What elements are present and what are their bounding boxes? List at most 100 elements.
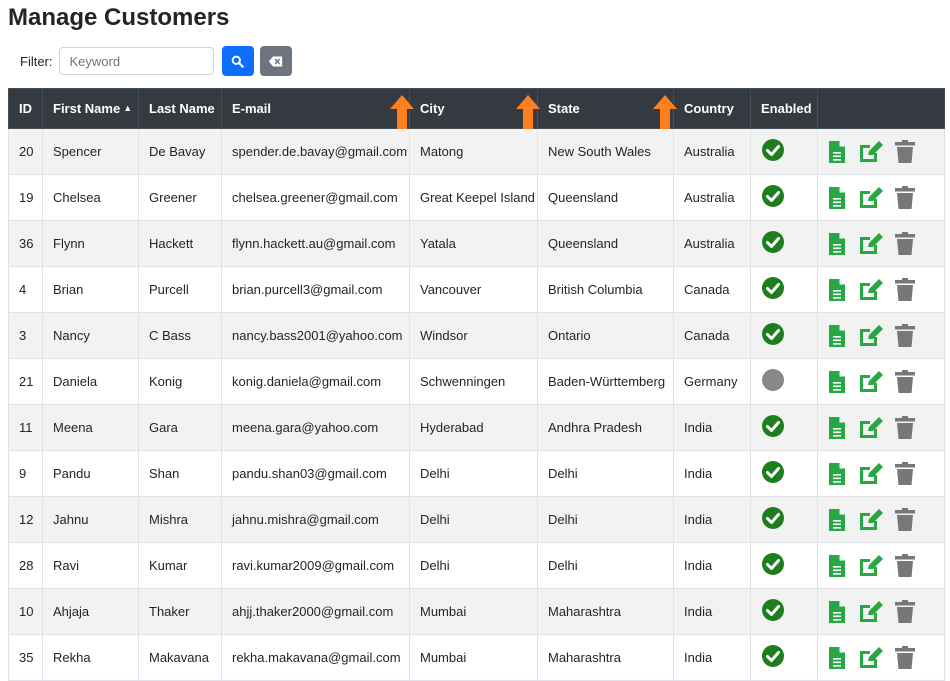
file-text-icon [828,600,846,624]
cell-state: New South Wales [538,129,674,175]
cell-id: 3 [9,313,43,359]
view-details-button[interactable] [828,462,846,486]
delete-button[interactable] [894,232,916,256]
view-details-button[interactable] [828,278,846,302]
view-details-button[interactable] [828,508,846,532]
cell-city: Great Keepel Island [410,175,538,221]
file-text-icon [828,416,846,440]
cell-enabled[interactable] [751,451,818,497]
cell-actions [818,221,945,267]
cell-enabled[interactable] [751,175,818,221]
cell-enabled[interactable] [751,221,818,267]
cell-email: brian.purcell3@gmail.com [222,267,410,313]
edit-button[interactable] [856,232,884,256]
cell-enabled[interactable] [751,129,818,175]
delete-button[interactable] [894,186,916,210]
edit-button[interactable] [856,186,884,210]
cell-email: spender.de.bavay@gmail.com [222,129,410,175]
file-text-icon [828,232,846,256]
edit-button[interactable] [856,600,884,624]
column-header-email[interactable]: E-mail [222,89,410,129]
cell-last-name: Purcell [139,267,222,313]
view-details-button[interactable] [828,232,846,256]
delete-button[interactable] [894,416,916,440]
cell-state: Andhra Pradesh [538,405,674,451]
cell-enabled[interactable] [751,359,818,405]
delete-button[interactable] [894,554,916,578]
delete-button[interactable] [894,508,916,532]
clear-filter-button[interactable] [260,46,292,76]
delete-button[interactable] [894,140,916,164]
cell-enabled[interactable] [751,497,818,543]
edit-button[interactable] [856,462,884,486]
view-details-button[interactable] [828,140,846,164]
view-details-button[interactable] [828,416,846,440]
table-row: 10AhjajaThakerahjj.thaker2000@gmail.comM… [9,589,945,635]
cell-first-name: Brian [43,267,139,313]
edit-button[interactable] [856,324,884,348]
table-row: 21DanielaKonigkonig.daniela@gmail.comSch… [9,359,945,405]
eraser-icon [268,55,283,68]
delete-button[interactable] [894,370,916,394]
cell-state: Baden-Württemberg [538,359,674,405]
delete-button[interactable] [894,646,916,670]
edit-button[interactable] [856,554,884,578]
column-header-id[interactable]: ID [9,89,43,129]
cell-enabled[interactable] [751,405,818,451]
cell-first-name: Nancy [43,313,139,359]
delete-button[interactable] [894,278,916,302]
delete-button[interactable] [894,600,916,624]
view-details-button[interactable] [828,324,846,348]
cell-actions [818,405,945,451]
cell-first-name: Spencer [43,129,139,175]
delete-button[interactable] [894,324,916,348]
cell-city: Mumbai [410,635,538,681]
edit-icon [856,140,884,164]
cell-enabled[interactable] [751,313,818,359]
column-header-first-name[interactable]: First Name▲ [43,89,139,129]
cell-id: 20 [9,129,43,175]
cell-last-name: Mishra [139,497,222,543]
view-details-button[interactable] [828,600,846,624]
cell-enabled[interactable] [751,589,818,635]
column-header-last-name[interactable]: Last Name [139,89,222,129]
cell-id: 28 [9,543,43,589]
column-header-country[interactable]: Country [674,89,751,129]
cell-country: Canada [674,313,751,359]
trash-icon [894,232,916,256]
edit-button[interactable] [856,416,884,440]
column-header-enabled[interactable]: Enabled [751,89,818,129]
cell-last-name: Shan [139,451,222,497]
view-details-button[interactable] [828,186,846,210]
view-details-button[interactable] [828,646,846,670]
cell-last-name: C Bass [139,313,222,359]
edit-button[interactable] [856,508,884,532]
table-row: 36FlynnHackettflynn.hackett.au@gmail.com… [9,221,945,267]
edit-button[interactable] [856,370,884,394]
edit-button[interactable] [856,140,884,164]
delete-button[interactable] [894,462,916,486]
keyword-input[interactable] [59,47,214,75]
cell-city: Vancouver [410,267,538,313]
cell-enabled[interactable] [751,635,818,681]
cell-id: 21 [9,359,43,405]
cell-first-name: Daniela [43,359,139,405]
file-text-icon [828,646,846,670]
search-button[interactable] [222,46,254,76]
edit-button[interactable] [856,278,884,302]
cell-country: India [674,589,751,635]
view-details-button[interactable] [828,554,846,578]
trash-icon [894,140,916,164]
file-text-icon [828,324,846,348]
cell-state: Ontario [538,313,674,359]
cell-email: jahnu.mishra@gmail.com [222,497,410,543]
search-icon [231,55,244,68]
file-text-icon [828,554,846,578]
cell-enabled[interactable] [751,543,818,589]
cell-first-name: Chelsea [43,175,139,221]
edit-button[interactable] [856,646,884,670]
enabled-check-icon [761,460,785,484]
cell-enabled[interactable] [751,267,818,313]
view-details-button[interactable] [828,370,846,394]
trash-icon [894,508,916,532]
